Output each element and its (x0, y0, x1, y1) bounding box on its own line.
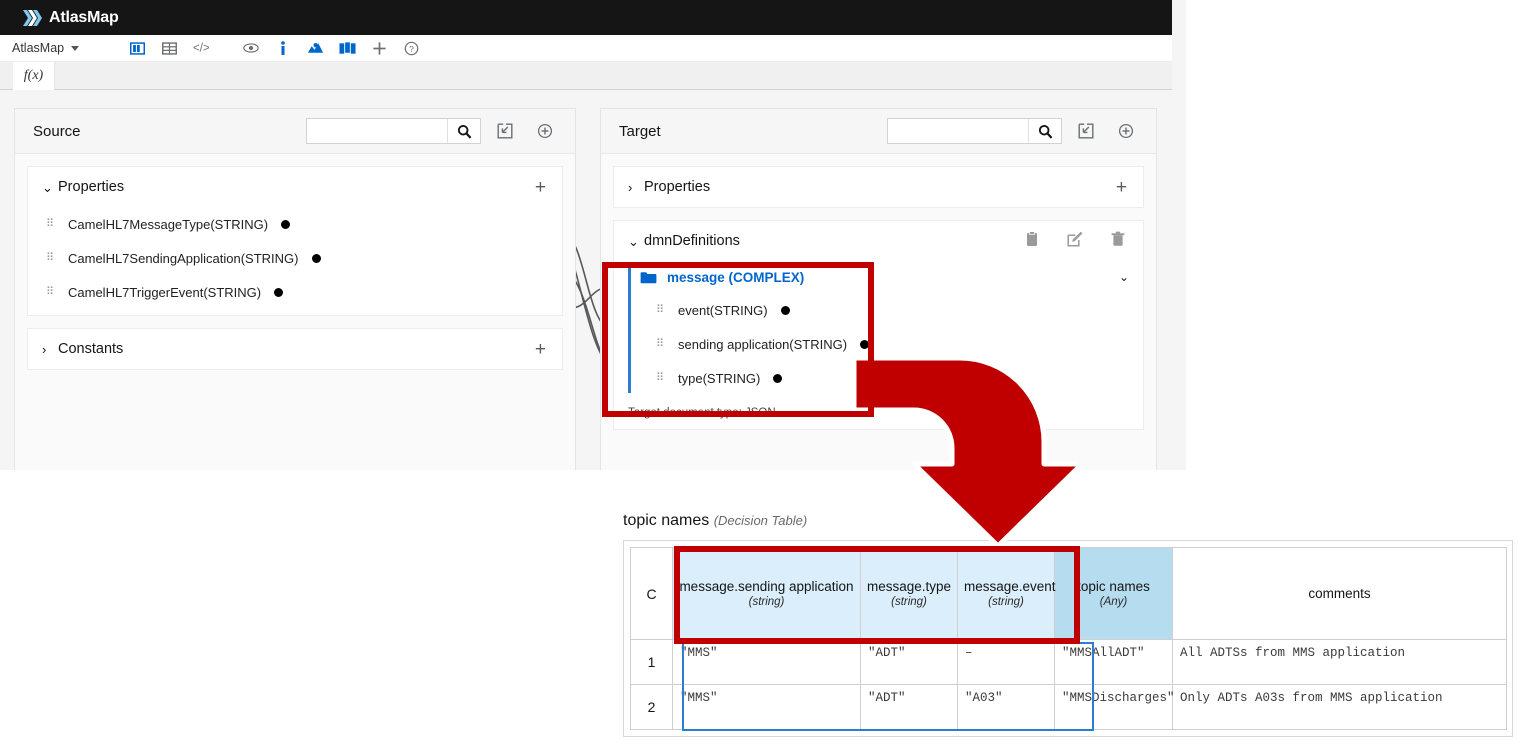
cell-input-3[interactable]: – (958, 640, 1055, 685)
edit-icon[interactable] (1067, 231, 1083, 252)
source-add-document-icon[interactable] (529, 118, 561, 144)
cell-comments[interactable]: Only ADTs A03s from MMS application (1173, 685, 1507, 730)
cell-comments[interactable]: All ADTSs from MMS application (1173, 640, 1507, 685)
drag-handle-icon[interactable]: ⠿ (46, 288, 60, 296)
target-group-properties: › Properties + (613, 166, 1144, 208)
source-panel-content: ⌄ Properties + ⠿ CamelHL7MessageType(STR… (15, 154, 575, 370)
tab-fx[interactable]: f(x) (13, 62, 55, 90)
source-field-label: CamelHL7MessageType(STRING) (68, 217, 268, 232)
target-panel-header: Target (601, 109, 1156, 154)
table-row[interactable]: 2 "MMS" "ADT" "A03" "MMSDischarges" Only… (631, 685, 1507, 730)
target-document-label: dmnDefinitions (644, 233, 1025, 249)
svg-text:</>: </> (193, 43, 209, 55)
add-icon[interactable] (363, 37, 395, 59)
target-properties-add-button[interactable]: + (1114, 178, 1129, 197)
decision-table-subtitle: (Decision Table) (714, 513, 807, 528)
delete-icon[interactable] (1111, 231, 1125, 252)
target-add-document-icon[interactable] (1110, 118, 1142, 144)
red-curved-arrow (848, 352, 1078, 552)
columns-view-icon[interactable] (121, 37, 153, 59)
source-properties-add-button[interactable]: + (533, 178, 548, 197)
red-highlight-box-table-inputs (674, 546, 1080, 644)
drag-handle-icon[interactable]: ⠿ (46, 220, 60, 228)
target-search-icon[interactable] (1028, 119, 1061, 143)
target-document-actions (1025, 231, 1129, 252)
source-group-properties-label: Properties (58, 179, 533, 195)
column-header-label: comments (1308, 586, 1370, 601)
source-constants-add-button[interactable]: + (533, 340, 548, 359)
cell-output[interactable]: "MMSAllADT" (1055, 640, 1173, 685)
chevron-down-icon: ⌄ (628, 235, 644, 248)
target-search-input[interactable] (888, 119, 1028, 143)
toolbar-icon-group: </> ? (121, 37, 427, 59)
eye-preview-icon[interactable] (235, 37, 267, 59)
cell-output[interactable]: "MMSDischarges" (1055, 685, 1173, 730)
chevron-down-icon[interactable]: ⌄ (1119, 270, 1143, 284)
screenshot-root: AtlasMap AtlasMap </> (0, 0, 1536, 746)
column-header-comments[interactable]: comments (1173, 548, 1507, 640)
mapping-table-icon[interactable] (331, 37, 363, 59)
target-search[interactable] (887, 118, 1062, 144)
source-group-properties: ⌄ Properties + ⠿ CamelHL7MessageType(STR… (27, 166, 563, 316)
tab-strip: f(x) (0, 62, 1172, 90)
source-panel-header: Source (15, 109, 575, 154)
field-connector-dot[interactable] (274, 288, 283, 297)
cell-input-1[interactable]: "MMS" (673, 640, 861, 685)
cell-input-3[interactable]: "A03" (958, 685, 1055, 730)
drag-handle-icon[interactable]: ⠿ (46, 254, 60, 262)
decision-table-title: topic names (Decision Table) (623, 512, 1536, 530)
chevron-right-icon: › (42, 343, 58, 356)
source-panel: Source (14, 108, 576, 470)
source-field-row[interactable]: ⠿ CamelHL7MessageType(STRING) (28, 207, 562, 241)
row-number: 2 (631, 685, 673, 730)
source-search-input[interactable] (307, 119, 447, 143)
clipboard-icon[interactable] (1025, 231, 1039, 252)
row-number: 1 (631, 640, 673, 685)
info-icon[interactable] (267, 37, 299, 59)
table-row[interactable]: 1 "MMS" "ADT" – "MMSAllADT" All ADTSs fr… (631, 640, 1507, 685)
target-group-properties-header[interactable]: › Properties + (614, 167, 1143, 207)
mapping-details-icon[interactable] (299, 37, 331, 59)
field-connector-dot[interactable] (312, 254, 321, 263)
source-field-label: CamelHL7TriggerEvent(STRING) (68, 285, 261, 300)
source-field-row[interactable]: ⠿ CamelHL7TriggerEvent(STRING) (28, 275, 562, 309)
window-titlebar: AtlasMap (0, 0, 1172, 35)
code-view-icon[interactable]: </> (185, 37, 217, 59)
source-group-properties-header[interactable]: ⌄ Properties + (28, 167, 562, 207)
target-import-document-icon[interactable] (1070, 118, 1102, 144)
help-icon[interactable]: ? (395, 37, 427, 59)
chevron-right-icon: › (628, 181, 644, 194)
source-group-constants: › Constants + (27, 328, 563, 370)
target-title: Target (619, 123, 887, 140)
svg-text:?: ? (409, 43, 414, 53)
chevron-down-icon: ⌄ (42, 181, 58, 194)
field-connector-dot[interactable] (281, 220, 290, 229)
column-header-hit-policy[interactable]: C (631, 548, 673, 640)
toolbar-brand-label: AtlasMap (12, 41, 64, 55)
app-title: AtlasMap (49, 9, 119, 27)
hit-policy-label: C (646, 586, 656, 602)
source-search[interactable] (306, 118, 481, 144)
cell-input-2[interactable]: "ADT" (861, 640, 958, 685)
tab-fx-label: f(x) (24, 68, 43, 84)
target-document-header[interactable]: ⌄ dmnDefinitions (614, 221, 1143, 261)
decision-table-name: topic names (623, 512, 709, 529)
source-group-constants-header[interactable]: › Constants + (28, 329, 562, 369)
source-search-icon[interactable] (447, 119, 480, 143)
cell-input-2[interactable]: "ADT" (861, 685, 958, 730)
toolbar-brand-menu[interactable]: AtlasMap (12, 41, 79, 55)
main-toolbar: AtlasMap </> (0, 35, 1172, 62)
source-group-constants-label: Constants (58, 341, 533, 357)
chevron-down-icon (71, 46, 79, 51)
source-title: Source (33, 123, 306, 140)
atlasmap-logo-icon (22, 9, 42, 27)
target-group-properties-label: Properties (644, 179, 1114, 195)
column-header-label: topic names (1077, 579, 1150, 594)
source-import-document-icon[interactable] (489, 118, 521, 144)
red-highlight-box-target-fields (602, 262, 874, 417)
cell-input-1[interactable]: "MMS" (673, 685, 861, 730)
source-field-row[interactable]: ⠿ CamelHL7SendingApplication(STRING) (28, 241, 562, 275)
source-field-label: CamelHL7SendingApplication(STRING) (68, 251, 299, 266)
table-view-icon[interactable] (153, 37, 185, 59)
